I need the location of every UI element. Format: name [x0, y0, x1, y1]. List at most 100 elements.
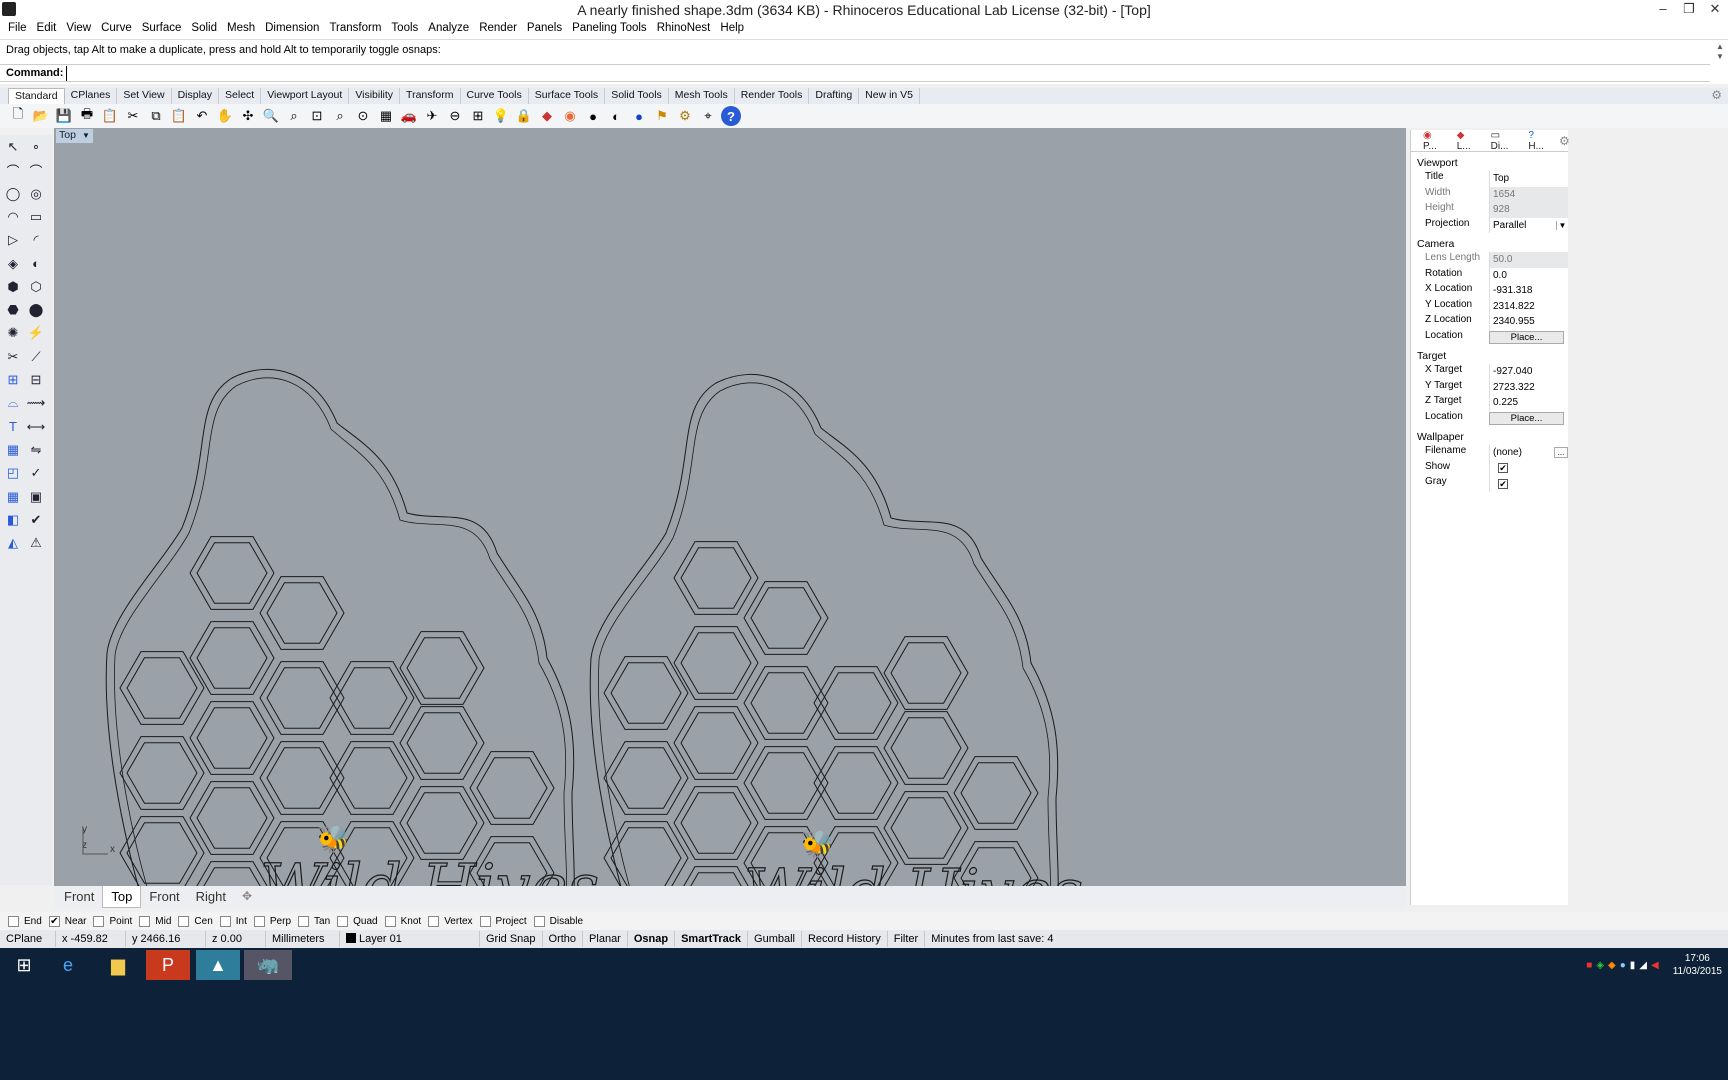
tab-render-tools[interactable]: Render Tools [735, 88, 810, 104]
command-input[interactable] [66, 66, 1566, 81]
hex-cell[interactable] [189, 621, 275, 695]
status-grid-snap[interactable]: Grid Snap [480, 931, 543, 947]
osnap-near-checkbox[interactable]: ✔ [48, 915, 60, 927]
dimension-icon[interactable]: ⟷ [26, 417, 46, 437]
osnap-project-checkbox[interactable] [479, 915, 491, 927]
split-icon[interactable]: ⟋ [26, 347, 46, 367]
show-checkbox[interactable]: ✔ [1498, 463, 1508, 474]
powerpoint-icon[interactable]: P [146, 950, 190, 980]
prop-tgt-x-value[interactable]: -927.040 [1489, 364, 1568, 380]
ellipse-icon[interactable]: ◎ [26, 184, 46, 204]
hex-cell[interactable] [406, 792, 478, 854]
car-icon[interactable]: 🚗 [399, 106, 419, 126]
osnap-disable[interactable]: Disable [533, 915, 583, 927]
cplane-icon[interactable]: ⊞ [468, 106, 488, 126]
volume-tray-icon[interactable]: ◀ [1651, 960, 1659, 971]
osnap-icon[interactable]: ⌖ [698, 106, 718, 126]
hex-cell[interactable] [266, 667, 338, 729]
hex-cell[interactable] [119, 651, 205, 725]
tab-drafting[interactable]: Drafting [809, 88, 860, 104]
hex-cell[interactable] [189, 781, 275, 855]
hex-cell[interactable] [259, 661, 345, 735]
copy-icon[interactable]: ⧉ [146, 106, 166, 126]
align-icon[interactable]: ▣ [26, 487, 46, 507]
circle-icon[interactable]: ⊖ [445, 106, 465, 126]
menu-rhinonest[interactable]: RhinoNest [653, 20, 717, 39]
hex-cell[interactable] [126, 742, 198, 804]
import-icon[interactable]: 📋 [100, 106, 120, 126]
hex-cell[interactable] [399, 631, 485, 705]
extrude-icon[interactable]: ⬤ [26, 300, 46, 320]
hex-cell[interactable] [960, 762, 1032, 824]
circle-tool-icon[interactable]: ◯ [3, 184, 23, 204]
hex-cell[interactable] [196, 707, 268, 769]
panel-tab-properties[interactable]: ◉ P... [1413, 130, 1447, 152]
hex-cell[interactable] [196, 627, 268, 689]
hex-cell[interactable] [890, 642, 962, 704]
hex-cell[interactable] [673, 706, 759, 780]
command-scroll[interactable]: ▲ ▼ [1714, 42, 1726, 62]
osnap-knot-checkbox[interactable] [384, 915, 396, 927]
menu-dimension[interactable]: Dimension [261, 20, 325, 39]
hex-cell[interactable] [259, 576, 345, 650]
photos-icon[interactable]: ▲ [196, 950, 240, 980]
join-icon[interactable]: ⊞ [3, 370, 23, 390]
status-smarttrack[interactable]: SmartTrack [675, 931, 749, 947]
box-icon[interactable]: ⬢ [3, 277, 23, 297]
hex-cell[interactable] [750, 752, 822, 814]
status-filter[interactable]: Filter [888, 931, 926, 947]
hex-cell[interactable] [603, 741, 689, 815]
wifi-tray-icon[interactable]: ◢ [1639, 960, 1647, 971]
close-button[interactable]: ✕ [1702, 0, 1728, 20]
menu-analyze[interactable]: Analyze [424, 20, 475, 39]
hex-cell[interactable] [259, 741, 345, 815]
color-wheel-icon[interactable]: ◉ [560, 106, 580, 126]
curve-icon[interactable]: ⌒ [26, 160, 46, 180]
top-viewport[interactable]: 🐝Wild Hives 🐝Wild Hives Top ▼ y z x [54, 128, 1406, 886]
pan-hand-icon[interactable]: ✋ [215, 106, 235, 126]
wild-hives-text[interactable]: Wild Hives [259, 849, 599, 886]
hex-cell[interactable] [953, 756, 1039, 830]
save-icon[interactable]: 💾 [54, 106, 74, 126]
hex-cell[interactable] [820, 752, 892, 814]
osnap-perp-checkbox[interactable] [253, 915, 265, 927]
hex-cell[interactable] [476, 757, 548, 819]
light-bulb-icon[interactable]: 💡 [491, 106, 511, 126]
hex-cell[interactable] [603, 656, 689, 730]
zoom-icon[interactable]: 🔍 [261, 106, 281, 126]
internet-explorer-icon[interactable]: e [44, 950, 92, 980]
print-icon[interactable]: 🖶 [77, 106, 97, 126]
viewport-tab-right[interactable]: Right [188, 886, 234, 908]
prop-filename-field[interactable]: (none)... [1489, 445, 1568, 461]
tab-new-in-v5[interactable]: New in V5 [859, 88, 921, 104]
viewport-tab-front[interactable]: Front [56, 886, 102, 908]
trim-icon[interactable]: ✂ [3, 347, 23, 367]
flag-icon[interactable]: ⚑ [652, 106, 672, 126]
zoom-window-icon[interactable]: ⌕ [284, 106, 304, 126]
zoom-selected-icon[interactable]: ⌕ [330, 106, 350, 126]
wild-hives-text[interactable]: Wild Hives [743, 854, 1083, 886]
layer-icon[interactable]: ◆ [537, 106, 557, 126]
menu-panels[interactable]: Panels [523, 20, 568, 39]
prop-cam-x-value[interactable]: -931.318 [1489, 283, 1568, 299]
prop-tgt-y-value[interactable]: 2723.322 [1489, 379, 1568, 395]
hex-cell[interactable] [603, 821, 689, 886]
osnap-disable-checkbox[interactable] [533, 915, 545, 927]
tab-transform[interactable]: Transform [400, 88, 461, 104]
menu-transform[interactable]: Transform [325, 20, 387, 39]
text-icon[interactable]: T [3, 417, 23, 437]
hex-cell[interactable] [890, 797, 962, 859]
menu-tools[interactable]: Tools [387, 20, 424, 39]
hex-cell[interactable] [119, 736, 205, 810]
restore-button[interactable]: ❐ [1676, 0, 1702, 20]
part-inner-outline[interactable] [598, 382, 1051, 886]
menu-mesh[interactable]: Mesh [223, 20, 261, 39]
menu-surface[interactable]: Surface [138, 20, 188, 39]
hex-cell[interactable] [196, 787, 268, 849]
camera-place-button[interactable]: Place... [1489, 330, 1564, 344]
new-file-icon[interactable]: 🗋 [8, 106, 28, 126]
sphere-icon[interactable]: ● [583, 106, 603, 126]
osnap-cen[interactable]: Cen [178, 915, 213, 927]
gray-checkbox[interactable]: ✔ [1498, 478, 1508, 489]
osnap-tan-checkbox[interactable] [298, 915, 310, 927]
